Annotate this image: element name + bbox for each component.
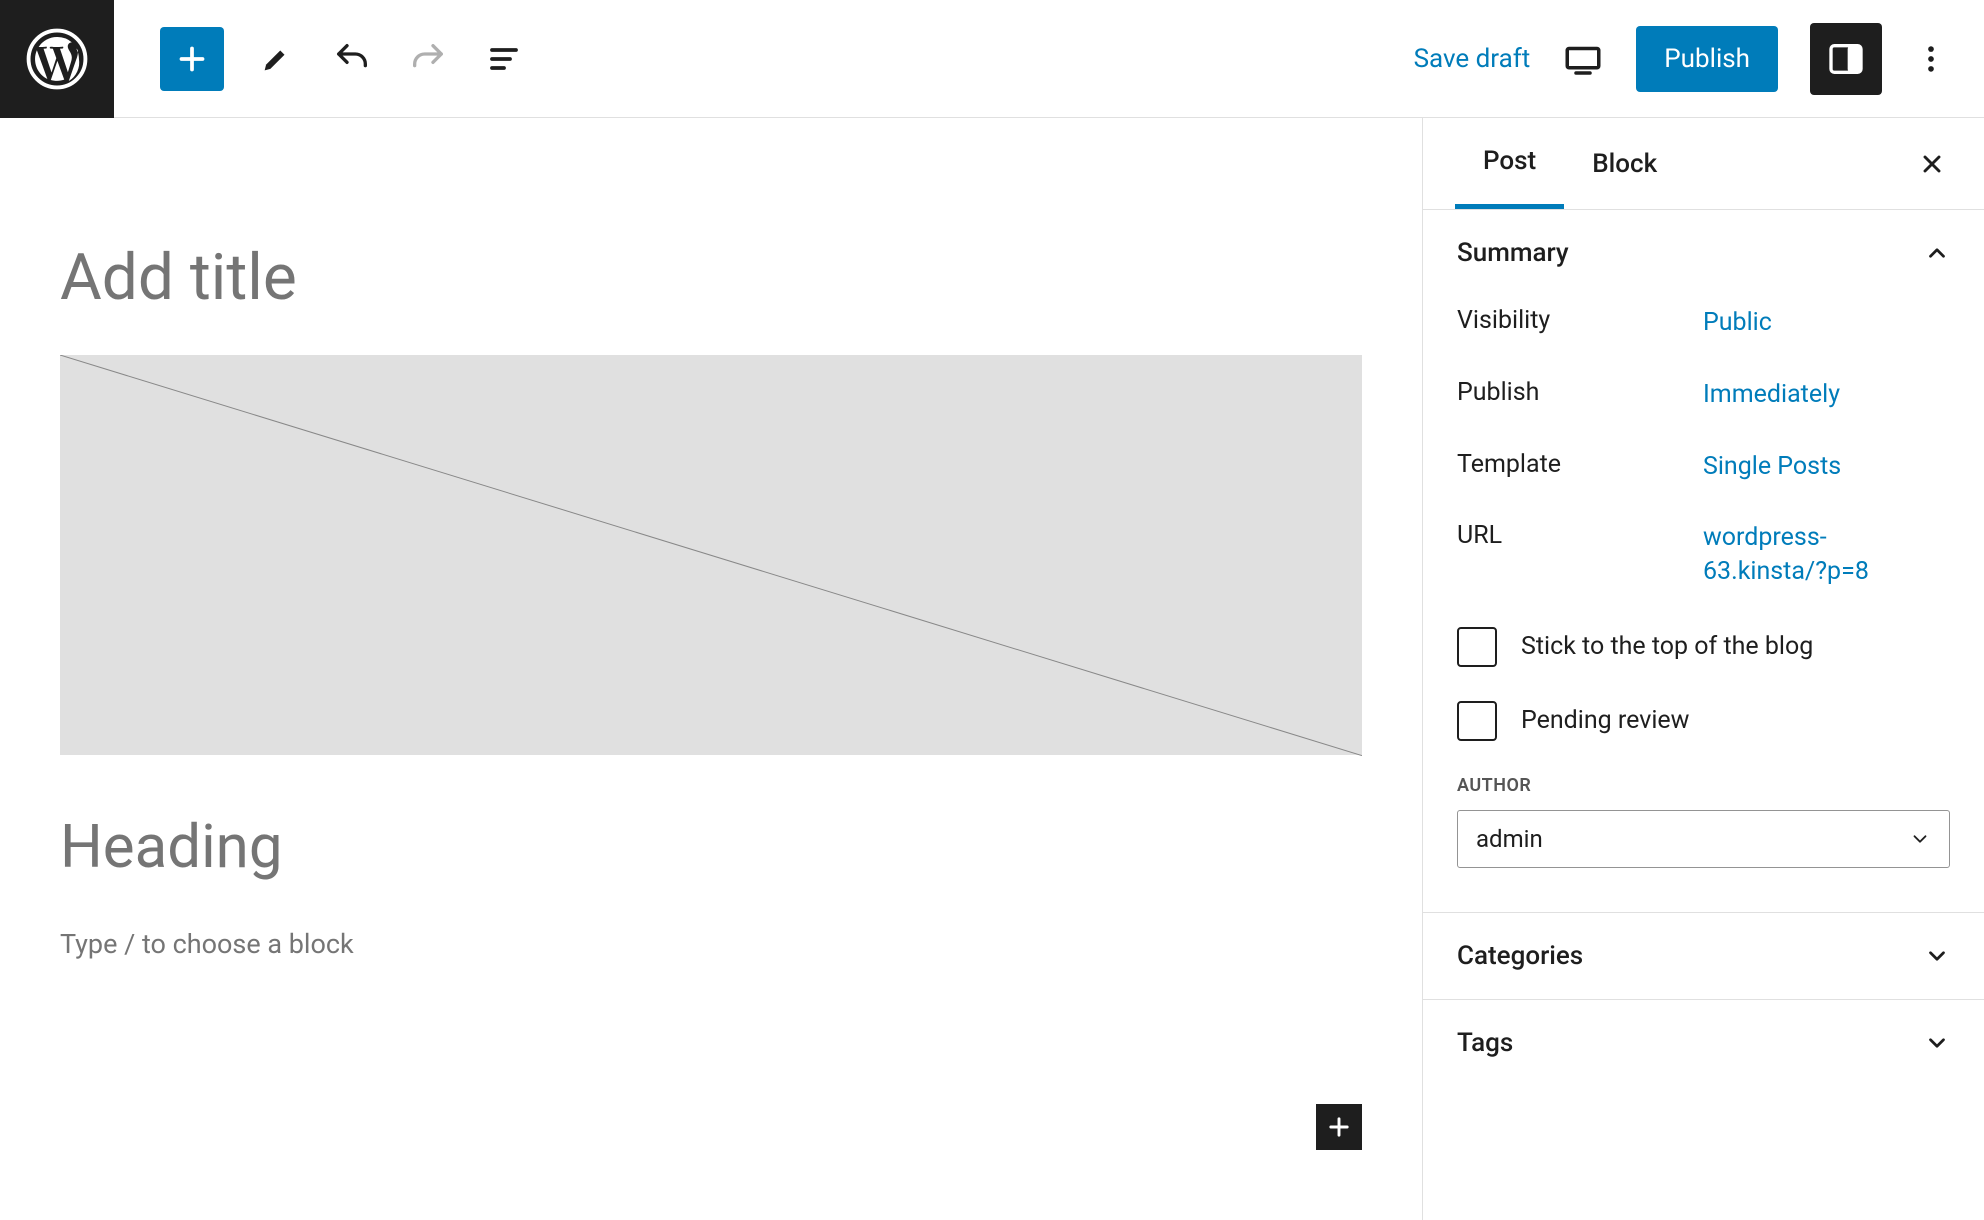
wordpress-logo[interactable] [0, 0, 114, 118]
pencil-icon [259, 42, 293, 76]
publish-value[interactable]: Immediately [1703, 378, 1950, 412]
paragraph-block-placeholder[interactable]: Type / to choose a block [60, 928, 1362, 960]
close-sidebar-button[interactable] [1912, 144, 1952, 184]
sticky-checkbox[interactable] [1457, 627, 1497, 667]
panel-categories-title: Categories [1457, 941, 1583, 971]
pending-review-checkbox[interactable] [1457, 701, 1497, 741]
plus-icon [174, 41, 210, 77]
tab-block[interactable]: Block [1564, 118, 1685, 209]
document-overview-button[interactable] [480, 35, 528, 83]
sidebar-tabs: Post Block [1423, 118, 1984, 210]
panel-categories: Categories [1423, 913, 1984, 1000]
pending-review-label: Pending review [1521, 706, 1689, 735]
settings-sidebar-toggle[interactable] [1810, 23, 1882, 95]
tab-post[interactable]: Post [1455, 118, 1564, 209]
url-value[interactable]: wordpress-63.kinsta/?p=8 [1703, 521, 1950, 589]
wordpress-icon [26, 28, 88, 90]
panel-summary: Summary Visibility Public Publish Immedi… [1423, 210, 1984, 913]
template-label: Template [1457, 450, 1703, 484]
author-selected-value: admin [1476, 825, 1543, 853]
image-block-placeholder[interactable] [60, 355, 1362, 755]
pending-checkbox-row: Pending review [1457, 701, 1950, 741]
publish-button[interactable]: Publish [1636, 26, 1778, 92]
add-block-button[interactable] [160, 27, 224, 91]
author-heading: AUTHOR [1457, 775, 1950, 796]
url-label: URL [1457, 521, 1703, 589]
template-value[interactable]: Single Posts [1703, 450, 1950, 484]
undo-icon [332, 39, 372, 79]
close-icon [1918, 150, 1946, 178]
summary-rows: Visibility Public Publish Immediately Te… [1457, 268, 1950, 868]
sidebar-icon [1826, 39, 1866, 79]
chevron-up-icon [1924, 240, 1950, 266]
plus-icon [1325, 1113, 1353, 1141]
tools-button[interactable] [252, 35, 300, 83]
visibility-label: Visibility [1457, 306, 1703, 340]
workspace: Add title Heading Type / to choose a blo… [0, 118, 1984, 1220]
placeholder-diagonal-icon [60, 355, 1362, 756]
inline-add-block-button[interactable] [1316, 1104, 1362, 1150]
post-title-input[interactable]: Add title [60, 240, 1362, 315]
panel-summary-title: Summary [1457, 238, 1569, 268]
redo-icon [408, 39, 448, 79]
chevron-down-icon [1924, 1030, 1950, 1056]
author-select[interactable]: admin [1457, 810, 1950, 868]
panel-tags-title: Tags [1457, 1028, 1513, 1058]
chevron-down-icon [1924, 943, 1950, 969]
summary-publish-row: Publish Immediately [1457, 378, 1950, 412]
editor-topbar: Save draft Publish [0, 0, 1984, 118]
topbar-left-tools [114, 27, 528, 91]
panel-tags-toggle[interactable]: Tags [1457, 1028, 1950, 1058]
list-icon [486, 41, 522, 77]
panel-summary-toggle[interactable]: Summary [1457, 238, 1950, 268]
dots-vertical-icon [1914, 42, 1948, 76]
desktop-icon [1562, 38, 1604, 80]
summary-url-row: URL wordpress-63.kinsta/?p=8 [1457, 521, 1950, 589]
more-options-button[interactable] [1914, 42, 1948, 76]
heading-block-placeholder[interactable]: Heading [60, 811, 1362, 882]
sticky-checkbox-row: Stick to the top of the blog [1457, 627, 1950, 667]
chevron-down-icon [1909, 828, 1931, 850]
preview-button[interactable] [1562, 38, 1604, 80]
summary-visibility-row: Visibility Public [1457, 306, 1950, 340]
panel-tags: Tags [1423, 1000, 1984, 1086]
visibility-value[interactable]: Public [1703, 306, 1950, 340]
save-draft-button[interactable]: Save draft [1414, 44, 1531, 74]
block-editor-canvas: Add title Heading Type / to choose a blo… [0, 118, 1422, 1220]
undo-button[interactable] [328, 35, 376, 83]
panel-categories-toggle[interactable]: Categories [1457, 941, 1950, 971]
sticky-label: Stick to the top of the blog [1521, 632, 1813, 661]
settings-sidebar: Post Block Summary Visibility Public Pub… [1422, 118, 1984, 1220]
topbar-right-actions: Save draft Publish [1414, 23, 1984, 95]
publish-label: Publish [1457, 378, 1703, 412]
summary-template-row: Template Single Posts [1457, 450, 1950, 484]
redo-button[interactable] [404, 35, 452, 83]
